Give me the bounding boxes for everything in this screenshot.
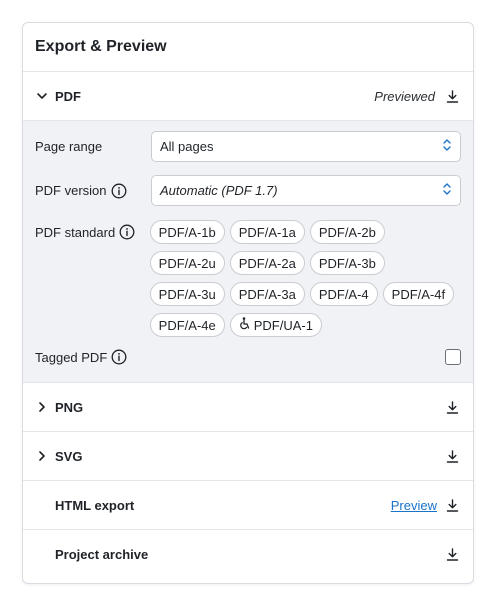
pdf-section-label: PDF <box>55 88 81 104</box>
chip-pdf-a-3b[interactable]: PDF/A-3b <box>309 251 385 275</box>
chip-pdf-a-3u[interactable]: PDF/A-3u <box>149 282 225 306</box>
accessibility-icon <box>239 317 251 333</box>
project-archive-row: Project archive <box>23 530 473 579</box>
png-section-header[interactable]: PNG <box>23 383 473 432</box>
html-export-row: HTML export Preview <box>23 481 473 530</box>
pdf-version-value: Automatic (PDF 1.7) <box>160 183 278 198</box>
panel-title: Export & Preview <box>23 23 473 72</box>
chip-pdf-a-4e[interactable]: PDF/A-4e <box>149 313 225 337</box>
download-icon[interactable] <box>445 548 459 562</box>
pdf-version-label-text: PDF version <box>35 183 107 198</box>
export-preview-panel: Export & Preview PDF Previewed Page rang… <box>22 22 474 584</box>
chip-pdf-a-2a[interactable]: PDF/A-2a <box>229 251 305 275</box>
download-icon[interactable] <box>445 498 459 512</box>
info-icon[interactable] <box>111 349 127 365</box>
tagged-pdf-row: Tagged PDF <box>35 345 461 369</box>
info-icon[interactable] <box>119 224 135 240</box>
png-section-label: PNG <box>55 399 84 415</box>
page-range-label-text: Page range <box>35 139 103 154</box>
pdf-standard-row: PDF standard PDF/A-1b PDF/A-1a PDF/A-2b … <box>35 219 461 337</box>
pdf-version-select[interactable]: Automatic (PDF 1.7) <box>151 175 461 206</box>
chip-pdf-a-4f[interactable]: PDF/A-4f <box>382 282 455 306</box>
download-icon[interactable] <box>445 400 459 414</box>
chip-pdf-ua-1[interactable]: PDF/UA-1 <box>229 313 322 337</box>
pdf-standard-label-text: PDF standard <box>35 224 116 240</box>
pdf-standard-chips: PDF/A-1b PDF/A-1a PDF/A-2b PDF/A-2u PDF/… <box>149 219 461 337</box>
page-range-select[interactable]: All pages <box>151 131 461 162</box>
pdf-version-row: PDF version Automatic (PDF 1.7) <box>35 175 461 206</box>
info-icon[interactable] <box>111 183 127 199</box>
chip-pdf-a-1a[interactable]: PDF/A-1a <box>229 220 305 244</box>
updown-chevron-icon <box>442 182 452 199</box>
pdf-standard-label: PDF standard <box>35 219 150 245</box>
preview-link[interactable]: Preview <box>391 498 437 513</box>
pdf-version-label: PDF version <box>35 175 151 206</box>
download-icon[interactable] <box>445 89 459 103</box>
pdf-status: Previewed <box>374 88 435 104</box>
chevron-down-icon[interactable] <box>35 89 49 103</box>
chip-pdf-ua-1-label: PDF/UA-1 <box>253 317 313 333</box>
download-icon[interactable] <box>445 449 459 463</box>
chip-pdf-a-2u[interactable]: PDF/A-2u <box>149 251 225 275</box>
page-range-row: Page range All pages <box>35 131 461 162</box>
chevron-right-icon[interactable] <box>35 400 49 414</box>
tagged-pdf-label-text: Tagged PDF <box>35 349 108 365</box>
page-range-label: Page range <box>35 131 151 162</box>
chip-pdf-a-1b[interactable]: PDF/A-1b <box>149 220 225 244</box>
pdf-section-header[interactable]: PDF Previewed <box>23 72 473 121</box>
tagged-pdf-label: Tagged PDF <box>35 345 445 369</box>
svg-section-label: SVG <box>55 448 83 464</box>
html-export-label: HTML export <box>55 497 135 513</box>
chevron-right-icon[interactable] <box>35 449 49 463</box>
project-archive-label: Project archive <box>55 547 149 562</box>
chip-pdf-a-3a[interactable]: PDF/A-3a <box>229 282 305 306</box>
pdf-options: Page range All pages PDF version Automat… <box>23 121 473 383</box>
updown-chevron-icon <box>442 138 452 155</box>
svg-section-header[interactable]: SVG <box>23 432 473 481</box>
chip-pdf-a-4[interactable]: PDF/A-4 <box>309 282 378 306</box>
page-range-value: All pages <box>160 139 214 154</box>
chip-pdf-a-2b[interactable]: PDF/A-2b <box>309 220 385 244</box>
tagged-pdf-checkbox[interactable] <box>445 349 461 365</box>
